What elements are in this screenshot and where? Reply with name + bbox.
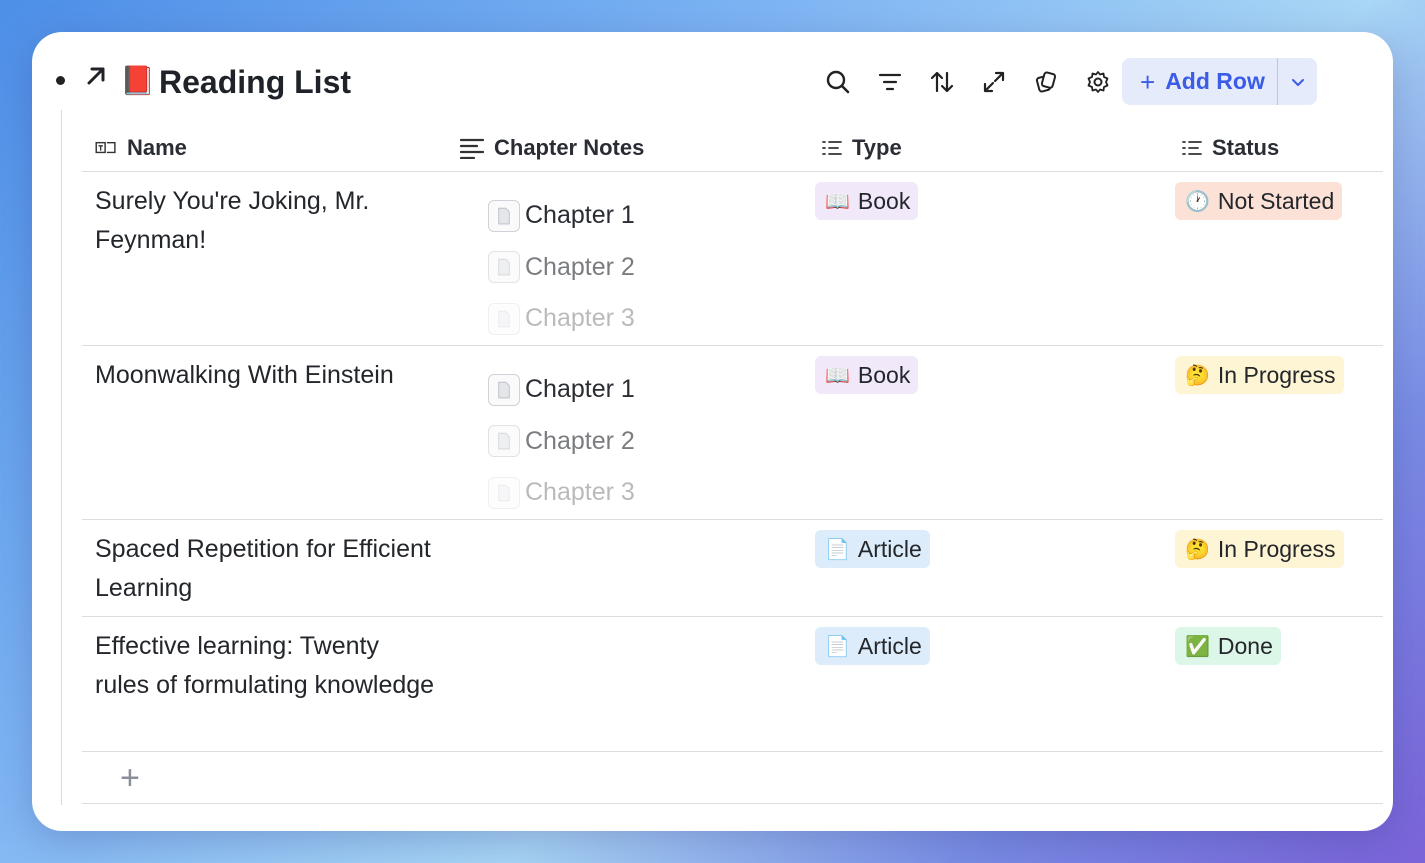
row-name[interactable]: Moonwalking With Einstein	[95, 356, 435, 395]
plus-icon: +	[1140, 66, 1156, 97]
type-tag[interactable]: 📖 Book	[815, 182, 919, 220]
note-item[interactable]: Chapter 1	[488, 364, 635, 416]
table-row[interactable]: Effective learning: Twenty rules of form…	[82, 617, 1383, 752]
column-label: Status	[1212, 135, 1280, 160]
table-header: Name Chapter Notes Type Status	[82, 124, 1383, 172]
column-header-name[interactable]: Name	[95, 124, 187, 172]
document-icon	[488, 476, 520, 509]
expand-icon[interactable]	[968, 58, 1020, 106]
row-name[interactable]: Effective learning: Twenty rules of form…	[95, 627, 435, 704]
column-header-type[interactable]: Type	[822, 124, 902, 172]
status-tag[interactable]: 🤔 In Progress	[1175, 356, 1344, 394]
add-row-label: Add Row	[1165, 68, 1265, 94]
page-icon: 📄	[825, 635, 850, 658]
status-tag[interactable]: 🕐 Not Started	[1175, 182, 1343, 220]
book-icon: 📖	[825, 364, 850, 387]
column-label: Name	[127, 135, 187, 160]
indent-rule	[61, 110, 62, 805]
thinking-face-icon: 🤔	[1185, 364, 1210, 387]
title-field-icon	[95, 140, 117, 156]
copy-icon[interactable]	[1020, 58, 1072, 106]
reading-list-card: 📕 Reading List + Add Row Name Chapter No…	[32, 32, 1393, 831]
filter-icon[interactable]	[864, 58, 916, 106]
thinking-face-icon: 🤔	[1185, 538, 1210, 561]
list-field-icon	[1182, 140, 1202, 156]
type-tag[interactable]: 📖 Book	[815, 356, 919, 394]
list-field-icon	[822, 140, 842, 156]
add-row-dropdown[interactable]	[1278, 58, 1317, 105]
chapter-notes-cell[interactable]: Chapter 1 Chapter 2 Chapter 3	[488, 364, 635, 519]
status-tag[interactable]: ✅ Done	[1175, 627, 1281, 665]
gear-icon[interactable]	[1072, 58, 1124, 106]
add-row-plus-icon[interactable]: +	[120, 761, 140, 795]
add-row-button[interactable]: + Add Row	[1122, 58, 1277, 105]
table-row[interactable]: Surely You're Joking, Mr. Feynman! Chapt…	[82, 172, 1383, 346]
add-row-button-group: + Add Row	[1122, 58, 1317, 105]
column-label: Chapter Notes	[494, 135, 645, 160]
row-name[interactable]: Spaced Repetition for Efficient Learning	[95, 530, 435, 607]
page-title: Reading List	[159, 64, 352, 100]
type-tag[interactable]: 📄 Article	[815, 627, 930, 665]
document-icon	[488, 425, 520, 458]
column-header-chapter-notes[interactable]: Chapter Notes	[460, 124, 644, 172]
search-icon[interactable]	[812, 58, 864, 106]
note-item[interactable]: Chapter 1	[488, 190, 635, 242]
book-icon: 📖	[825, 190, 850, 213]
clock-icon: 🕐	[1185, 190, 1210, 213]
note-item[interactable]: Chapter 3	[488, 293, 635, 345]
table-row[interactable]: Moonwalking With Einstein Chapter 1 Chap…	[82, 346, 1383, 520]
chevron-down-icon	[1291, 78, 1304, 86]
type-tag[interactable]: 📄 Article	[815, 530, 930, 568]
note-item[interactable]: Chapter 2	[488, 416, 635, 468]
open-arrow-icon[interactable]	[84, 64, 108, 88]
check-mark-icon: ✅	[1185, 635, 1210, 658]
bullet	[56, 76, 65, 85]
chapter-notes-cell[interactable]: Chapter 1 Chapter 2 Chapter 3	[488, 190, 635, 345]
note-item[interactable]: Chapter 2	[488, 242, 635, 294]
title-emoji: 📕	[120, 65, 155, 96]
column-header-status[interactable]: Status	[1182, 124, 1279, 172]
document-icon	[488, 373, 520, 406]
page-icon: 📄	[825, 538, 850, 561]
status-tag[interactable]: 🤔 In Progress	[1175, 530, 1344, 568]
note-item[interactable]: Chapter 3	[488, 467, 635, 519]
row-name[interactable]: Surely You're Joking, Mr. Feynman!	[95, 182, 435, 259]
add-row-line: +	[82, 752, 1383, 804]
column-label: Type	[852, 135, 902, 160]
sort-icon[interactable]	[916, 58, 968, 106]
document-icon	[488, 199, 520, 232]
document-icon	[488, 251, 520, 284]
text-field-icon	[460, 137, 484, 159]
database-table: Name Chapter Notes Type Status Surely Yo…	[82, 124, 1383, 804]
table-row[interactable]: Spaced Repetition for Efficient Learning…	[82, 520, 1383, 617]
document-icon	[488, 302, 520, 335]
toolbar	[812, 58, 1124, 106]
